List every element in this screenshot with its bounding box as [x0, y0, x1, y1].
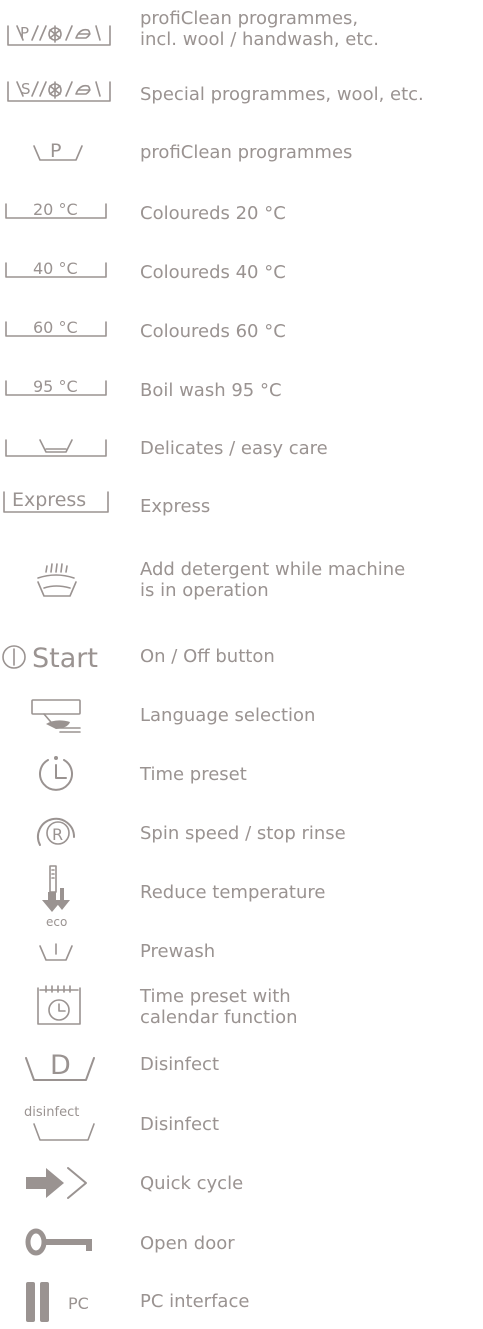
- item-label-line: Open door: [140, 1233, 235, 1254]
- legend-row: S Special programmes, wool, etc.: [0, 72, 483, 112]
- item-label-line: Quick cycle: [140, 1173, 244, 1194]
- legend-row: Language selection: [0, 694, 483, 738]
- reduce-temperature-icon: eco: [0, 862, 126, 930]
- symbol-text: D: [50, 1050, 71, 1081]
- item-label-line: On / Off button: [140, 646, 275, 667]
- prewash-icon: [0, 934, 126, 970]
- special-wool-handwash-basin-icon: S: [0, 72, 126, 112]
- pc-interface-icon: PC: [0, 1278, 126, 1326]
- basin-95c-icon: 95 °C: [0, 369, 126, 409]
- delicates-basin-icon: [0, 428, 126, 468]
- legend-row: Time preset: [0, 752, 483, 796]
- item-label-line: Disinfect: [140, 1054, 220, 1075]
- add-detergent-icon: [0, 556, 126, 612]
- profiClean-wool-handwash-basin-icon: P: [0, 4, 126, 56]
- legend-row: eco Reduce temperature: [0, 862, 483, 930]
- express-basin-icon: Express: [0, 486, 126, 526]
- symbol-text: 95 °C: [33, 377, 78, 396]
- item-label-line: Special programmes, wool, etc.: [140, 84, 424, 105]
- item-label-line: Coloureds 60 °C: [140, 321, 286, 342]
- legend-row: Add detergent while machine is in operat…: [0, 556, 483, 612]
- legend-row: Start On / Off button: [0, 636, 483, 678]
- item-label-line: Time preset with: [140, 986, 291, 1007]
- svg-text:P: P: [50, 140, 61, 162]
- item-label-line: Boil wash 95 °C: [140, 380, 282, 401]
- disinfect-text-basin-icon: disinfect: [0, 1100, 126, 1148]
- basin-60c-icon: 60 °C: [0, 310, 126, 350]
- legend-row: disinfect Disinfect: [0, 1100, 483, 1148]
- calendar-timer-icon: [0, 980, 126, 1032]
- symbol-text: eco: [46, 915, 67, 929]
- symbol-text: disinfect: [24, 1105, 79, 1120]
- item-label-line: calendar function: [140, 1007, 298, 1028]
- item-label-line: profiClean programmes,: [140, 8, 359, 29]
- item-label-line: is in operation: [140, 580, 269, 601]
- symbol-text: Express: [12, 489, 86, 511]
- item-label-line: Add detergent while machine: [140, 559, 406, 580]
- time-preset-icon: [0, 752, 126, 796]
- basin-20c-icon: 20 °C: [0, 192, 126, 232]
- disinfect-basin-icon: D: [0, 1042, 126, 1088]
- legend-row: 20 °C Coloureds 20 °C: [0, 192, 483, 232]
- symbol-text: 20 °C: [33, 200, 78, 219]
- legend-row: PC PC interface: [0, 1278, 483, 1326]
- item-label-line: Language selection: [140, 705, 316, 726]
- legend-row: Prewash: [0, 934, 483, 970]
- language-selection-icon: [0, 694, 126, 738]
- symbol-text: 40 °C: [33, 259, 78, 278]
- legend-row: Delicates / easy care: [0, 428, 483, 468]
- symbol-text: PC: [68, 1294, 89, 1313]
- item-label-line: Delicates / easy care: [140, 438, 328, 459]
- item-label-line: Coloureds 20 °C: [140, 203, 286, 224]
- spin-speed-icon: R: [0, 811, 126, 855]
- profiClean-basin-icon: P: [0, 132, 126, 172]
- legend-row: P profiClean programmes, incl. wool / ha…: [0, 4, 483, 56]
- quick-cycle-icon: [0, 1160, 126, 1206]
- item-label-line: Spin speed / stop rinse: [140, 823, 346, 844]
- item-label-line: Reduce temperature: [140, 882, 326, 903]
- open-door-key-icon: [0, 1220, 126, 1266]
- item-label-line: Prewash: [140, 941, 216, 962]
- legend-row: R Spin speed / stop rinse: [0, 811, 483, 855]
- legend-row: Express Express: [0, 486, 483, 526]
- legend-row: P profiClean programmes: [0, 132, 483, 172]
- svg-text:P: P: [20, 24, 29, 42]
- item-label-line: Coloureds 40 °C: [140, 262, 286, 283]
- symbol-text: R: [52, 825, 63, 844]
- item-label-line: PC interface: [140, 1291, 250, 1312]
- symbol-text: 60 °C: [33, 318, 78, 337]
- item-label-line: Disinfect: [140, 1114, 220, 1135]
- svg-text:S: S: [21, 80, 31, 98]
- item-label-line: profiClean programmes: [140, 142, 353, 163]
- legend-row: 40 °C Coloureds 40 °C: [0, 251, 483, 291]
- basin-40c-icon: 40 °C: [0, 251, 126, 291]
- legend-row: 95 °C Boil wash 95 °C: [0, 369, 483, 409]
- legend-row: Quick cycle: [0, 1160, 483, 1206]
- symbol-text: Start: [32, 643, 98, 674]
- legend-row: Open door: [0, 1220, 483, 1266]
- item-label-line: Time preset: [140, 764, 247, 785]
- item-label-line: incl. wool / handwash, etc.: [140, 29, 380, 50]
- legend-row: Time preset with calendar function: [0, 980, 483, 1032]
- legend-row: 60 °C Coloureds 60 °C: [0, 310, 483, 350]
- power-start-icon: Start: [0, 636, 126, 678]
- legend-row: D Disinfect: [0, 1042, 483, 1088]
- item-label-line: Express: [140, 496, 211, 517]
